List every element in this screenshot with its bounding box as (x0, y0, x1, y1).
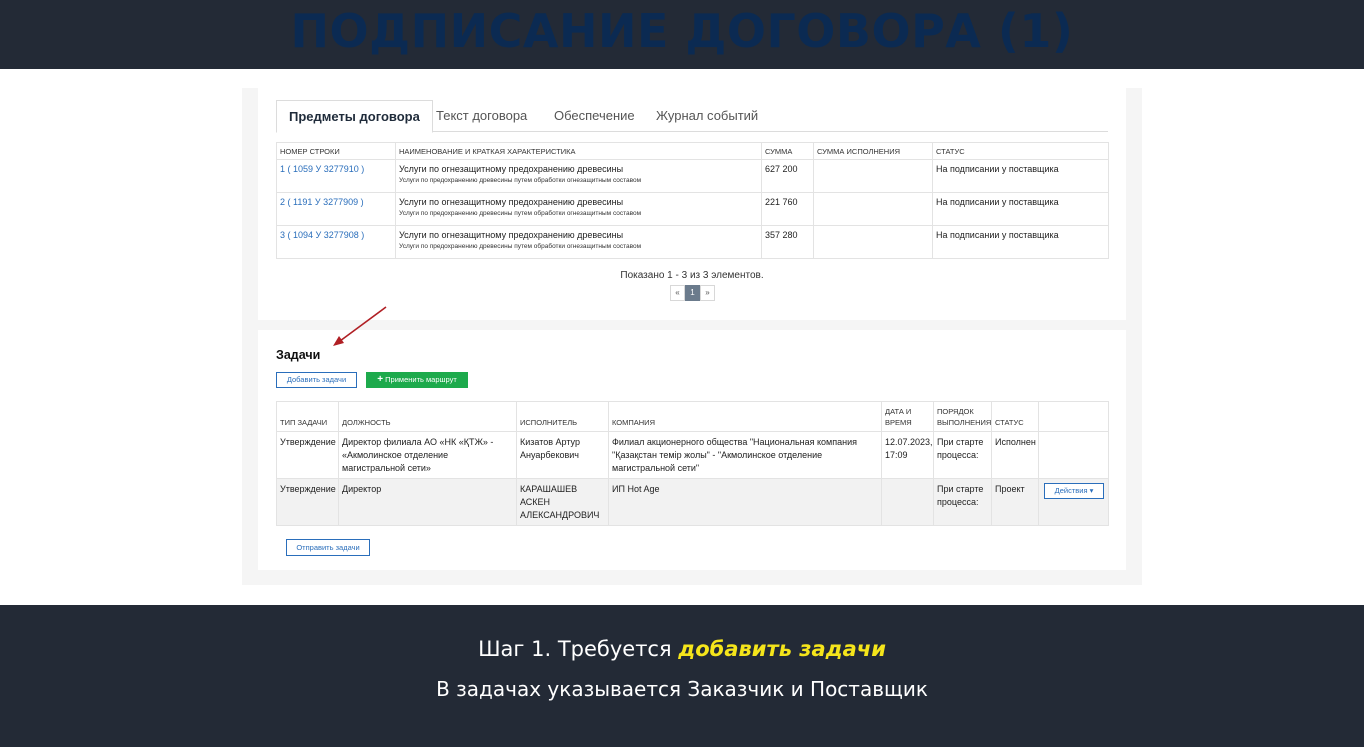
caption-highlight: добавить задачи (678, 637, 886, 661)
task-company: ИП Hot Age (608, 478, 882, 526)
table-header-row: НОМЕР СТРОКИ НАИМЕНОВАНИЕ И КРАТКАЯ ХАРА… (276, 142, 1109, 160)
item-status: На подписании у поставщика (932, 192, 1109, 226)
task-order: При старте процесса: (933, 478, 992, 526)
tasks-title: Задачи (276, 348, 321, 362)
page-1-button[interactable]: 1 (685, 285, 700, 301)
column-header (1038, 401, 1109, 432)
row-number-link[interactable]: 1 ( 1059 У 3277910 ) (280, 164, 364, 174)
task-actions-cell: Действия ▾ (1038, 478, 1109, 526)
item-sum: 627 200 (761, 159, 814, 193)
column-header: ТИП ЗАДАЧИ (276, 401, 339, 432)
pagination-summary: Показано 1 - 3 из 3 элементов. (620, 270, 764, 281)
apply-route-button[interactable]: + Применить маршрут (366, 372, 468, 388)
prev-page-button[interactable]: « (670, 285, 685, 301)
item-status: На подписании у поставщика (932, 159, 1109, 193)
task-order: При старте процесса: (933, 431, 992, 479)
top-banner: ПОДПИСАНИЕ ДОГОВОРА (1) (0, 0, 1364, 69)
column-header: ДАТА И ВРЕМЯ (881, 401, 934, 432)
task-datetime: 12.07.2023, 17:09 (881, 431, 934, 479)
column-header: НОМЕР СТРОКИ (276, 142, 396, 160)
task-actions-cell (1038, 431, 1109, 479)
apply-route-label: Применить маршрут (385, 375, 457, 384)
caption-prefix: Шаг 1. Требуется (478, 637, 679, 661)
item-description: Услуги по предохранению древесины путем … (399, 210, 642, 217)
task-position: Директор филиала АО «НК «ҚТЖ» - «Акмолин… (338, 431, 517, 479)
item-exec-sum (813, 192, 933, 226)
item-exec-sum (813, 159, 933, 193)
column-header: СТАТУС (991, 401, 1039, 432)
task-type: Утверждение (276, 431, 339, 479)
table-row: Утверждение Директор филиала АО «НК «ҚТЖ… (276, 431, 1109, 479)
item-sum: 357 280 (761, 225, 814, 259)
row-number-link[interactable]: 2 ( 1191 У 3277909 ) (280, 197, 364, 207)
item-name: Услуги по огнезащитному предохранению др… (399, 230, 624, 240)
tabs-bar: Предметы договора Текст договора Обеспеч… (276, 100, 1108, 133)
column-header: ИСПОЛНИТЕЛЬ (516, 401, 609, 432)
tab-contract-items[interactable]: Предметы договора (276, 100, 433, 133)
task-position: Директор (338, 478, 517, 526)
item-description: Услуги по предохранению древесины путем … (399, 177, 642, 184)
table-row: 3 ( 1094 У 3277908 ) Услуги по огнезащит… (276, 225, 1109, 259)
next-page-button[interactable]: » (700, 285, 715, 301)
column-header: НАИМЕНОВАНИЕ И КРАТКАЯ ХАРАКТЕРИСТИКА (395, 142, 762, 160)
tab-event-log[interactable]: Журнал событий (644, 100, 770, 132)
task-executor: КАРАШАШЕВ АСКЕН АЛЕКСАНДРОВИЧ (516, 478, 609, 526)
plus-icon: + (377, 374, 384, 385)
table-row: Утверждение Директор КАРАШАШЕВ АСКЕН АЛЕ… (276, 478, 1109, 526)
column-header: СТАТУС (932, 142, 1109, 160)
task-status: Исполнен (991, 431, 1039, 479)
screenshot-area: Предметы договора Текст договора Обеспеч… (0, 69, 1364, 605)
task-type: Утверждение (276, 478, 339, 526)
pagination: « 1 » (670, 285, 715, 301)
task-datetime (881, 478, 934, 526)
caption-line-2: В задачах указывается Заказчик и Поставщ… (436, 677, 928, 701)
caption-line-1: Шаг 1. Требуется добавить задачи (0, 637, 1364, 661)
content-frame: Предметы договора Текст договора Обеспеч… (242, 88, 1142, 585)
table-row: 1 ( 1059 У 3277910 ) Услуги по огнезащит… (276, 159, 1109, 193)
column-header: ПОРЯДОК ВЫПОЛНЕНИЯ (933, 401, 992, 432)
task-status: Проект (991, 478, 1039, 526)
table-row: 2 ( 1191 У 3277909 ) Услуги по огнезащит… (276, 192, 1109, 226)
column-header: ДОЛЖНОСТЬ (338, 401, 517, 432)
column-header: КОМПАНИЯ (608, 401, 882, 432)
banner-title: ПОДПИСАНИЕ ДОГОВОРА (1) (290, 4, 1074, 58)
contract-items-table: НОМЕР СТРОКИ НАИМЕНОВАНИЕ И КРАТКАЯ ХАРА… (276, 142, 1109, 259)
row-number-link[interactable]: 3 ( 1094 У 3277908 ) (280, 230, 364, 240)
item-status: На подписании у поставщика (932, 225, 1109, 259)
send-tasks-button[interactable]: Отправить задачи (286, 539, 370, 556)
add-tasks-button[interactable]: Добавить задачи (276, 372, 357, 388)
tab-contract-text[interactable]: Текст договора (424, 100, 539, 132)
item-name: Услуги по огнезащитному предохранению др… (399, 164, 624, 174)
item-exec-sum (813, 225, 933, 259)
column-header: СУММА ИСПОЛНЕНИЯ (813, 142, 933, 160)
item-name: Услуги по огнезащитному предохранению др… (399, 197, 624, 207)
table-header-row: ТИП ЗАДАЧИ ДОЛЖНОСТЬ ИСПОЛНИТЕЛЬ КОМПАНИ… (276, 401, 1109, 432)
tab-security[interactable]: Обеспечение (542, 100, 647, 132)
item-description: Услуги по предохранению древесины путем … (399, 243, 642, 250)
item-sum: 221 760 (761, 192, 814, 226)
task-company: Филиал акционерного общества "Национальн… (608, 431, 882, 479)
contract-items-card: Предметы договора Текст договора Обеспеч… (258, 88, 1126, 320)
tasks-table: ТИП ЗАДАЧИ ДОЛЖНОСТЬ ИСПОЛНИТЕЛЬ КОМПАНИ… (276, 401, 1109, 526)
column-header: СУММА (761, 142, 814, 160)
actions-dropdown-button[interactable]: Действия ▾ (1044, 483, 1104, 499)
task-executor: Кизатов Артур Ануарбекович (516, 431, 609, 479)
tasks-card: Задачи Добавить задачи + Применить маршр… (258, 330, 1126, 570)
